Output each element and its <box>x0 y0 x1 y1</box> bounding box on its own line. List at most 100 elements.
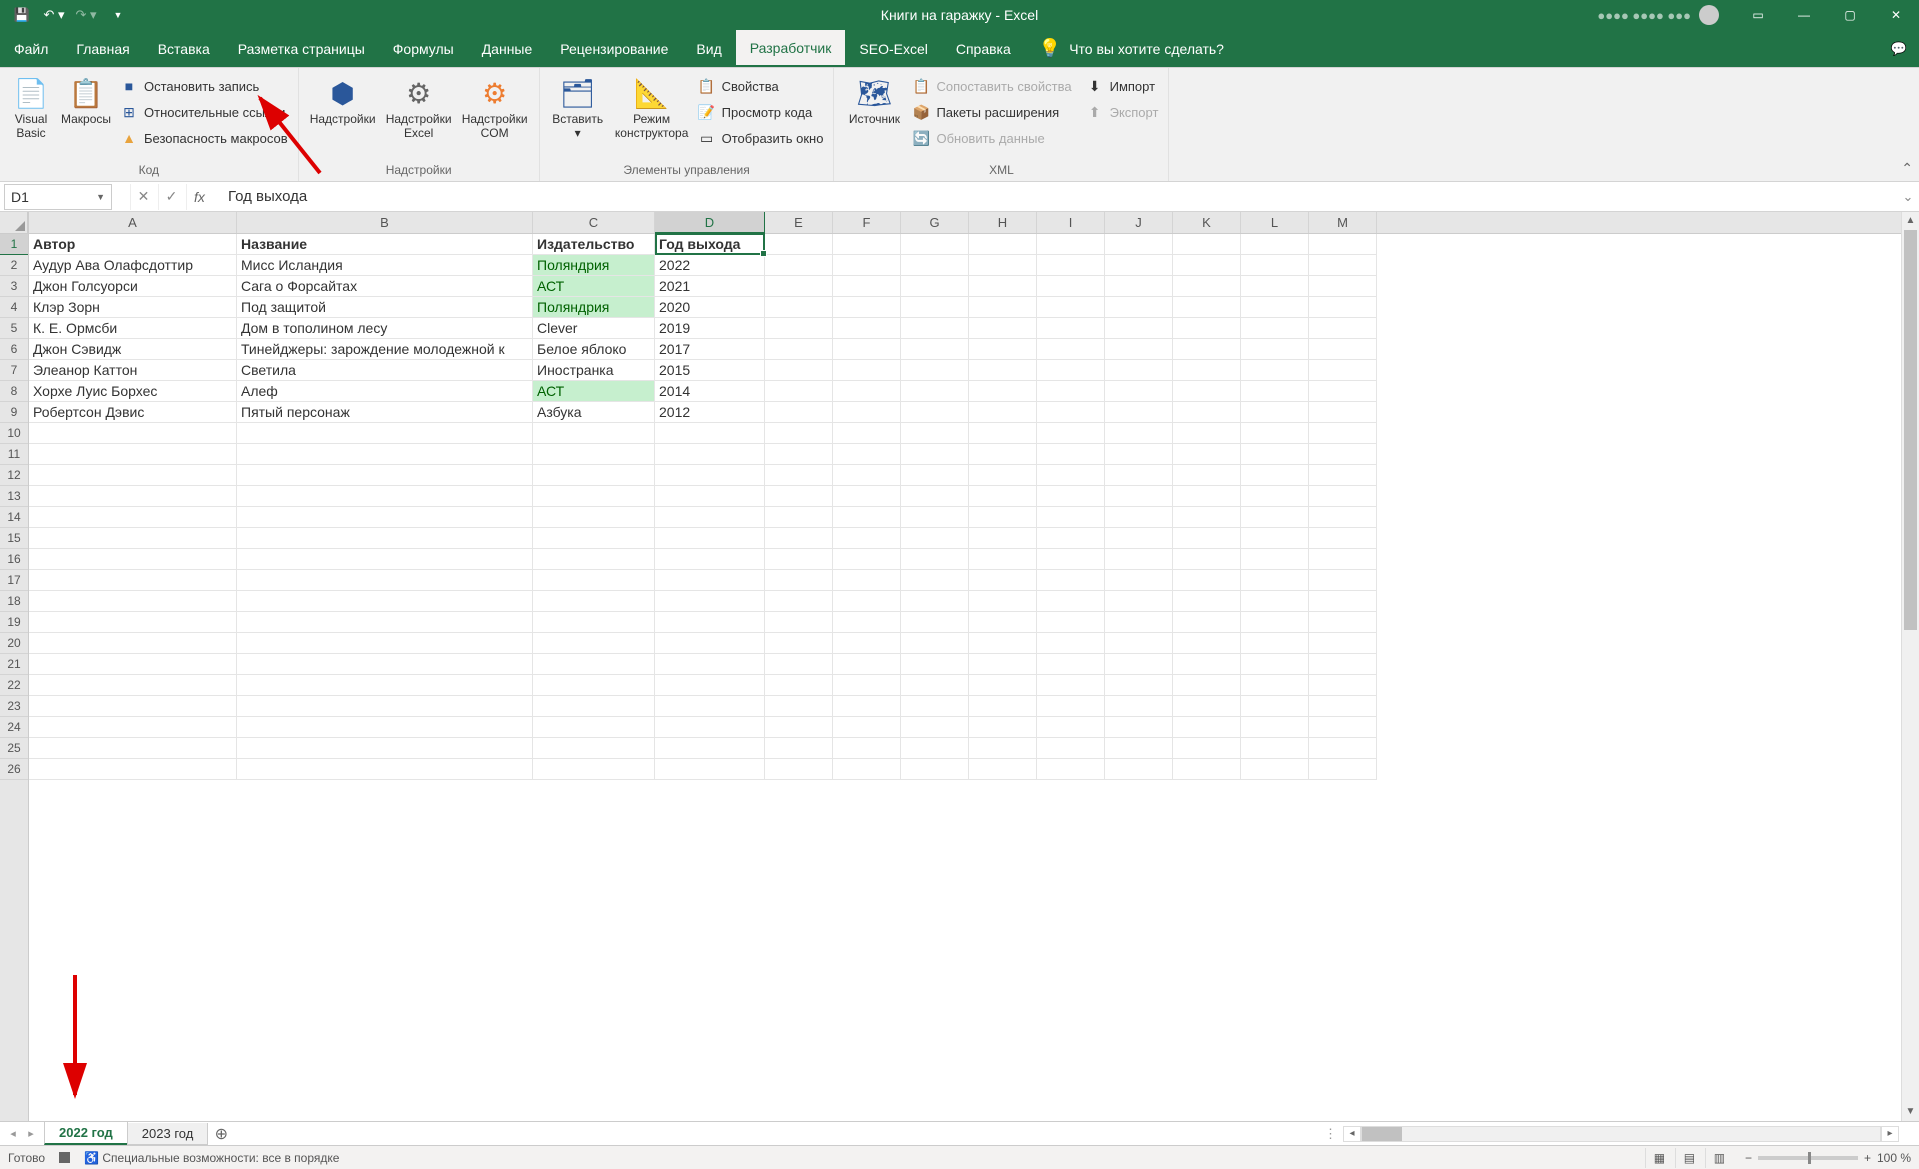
cell[interactable] <box>1309 381 1377 402</box>
cell[interactable] <box>833 318 901 339</box>
cell[interactable] <box>1241 423 1309 444</box>
cell[interactable] <box>1309 423 1377 444</box>
cell[interactable] <box>765 297 833 318</box>
cell[interactable] <box>765 444 833 465</box>
cell[interactable] <box>655 444 765 465</box>
cell[interactable] <box>1173 612 1241 633</box>
cell[interactable]: Азбука <box>533 402 655 423</box>
cell[interactable] <box>1173 255 1241 276</box>
cell[interactable] <box>1309 549 1377 570</box>
row-header[interactable]: 3 <box>0 276 28 297</box>
cell[interactable] <box>901 465 969 486</box>
cell[interactable] <box>901 738 969 759</box>
cell[interactable] <box>1105 444 1173 465</box>
cell[interactable] <box>765 759 833 780</box>
column-header-J[interactable]: J <box>1105 212 1173 233</box>
cell[interactable] <box>1105 738 1173 759</box>
cell[interactable] <box>765 738 833 759</box>
cell[interactable] <box>833 402 901 423</box>
cell[interactable] <box>833 549 901 570</box>
cell[interactable] <box>1105 486 1173 507</box>
cell[interactable] <box>1037 654 1105 675</box>
row-header[interactable]: 26 <box>0 759 28 780</box>
cell[interactable] <box>1241 255 1309 276</box>
cell[interactable] <box>1241 297 1309 318</box>
cell[interactable] <box>29 423 237 444</box>
cell[interactable] <box>901 570 969 591</box>
cell[interactable] <box>237 675 533 696</box>
macro-security-button[interactable]: ▲ Безопасность макросов <box>116 126 292 150</box>
cell[interactable] <box>1173 675 1241 696</box>
cell[interactable] <box>833 255 901 276</box>
cell[interactable] <box>29 717 237 738</box>
cell[interactable] <box>237 486 533 507</box>
cell[interactable] <box>1173 591 1241 612</box>
cell[interactable] <box>1105 696 1173 717</box>
cell[interactable] <box>237 654 533 675</box>
cell[interactable] <box>969 423 1037 444</box>
cell[interactable]: Мисс Исландия <box>237 255 533 276</box>
cell[interactable] <box>833 759 901 780</box>
cell[interactable] <box>969 381 1037 402</box>
cell[interactable]: АСТ <box>533 276 655 297</box>
cell[interactable] <box>901 759 969 780</box>
cell[interactable] <box>1309 360 1377 381</box>
cell[interactable]: К. Е. Ормсби <box>29 318 237 339</box>
cell[interactable] <box>765 591 833 612</box>
column-header-F[interactable]: F <box>833 212 901 233</box>
cell[interactable]: Тинейджеры: зарождение молодежной к <box>237 339 533 360</box>
horizontal-scrollbar[interactable]: ◂ ▸ <box>1343 1126 1919 1142</box>
cell[interactable] <box>765 549 833 570</box>
cell[interactable] <box>1173 423 1241 444</box>
cell[interactable] <box>1241 570 1309 591</box>
cell[interactable] <box>237 612 533 633</box>
cell[interactable] <box>1105 339 1173 360</box>
cell[interactable] <box>765 402 833 423</box>
cell[interactable] <box>29 486 237 507</box>
cell[interactable] <box>237 549 533 570</box>
row-header[interactable]: 7 <box>0 360 28 381</box>
cell[interactable]: Год выхода <box>655 234 765 255</box>
cell[interactable] <box>655 759 765 780</box>
cell[interactable] <box>833 423 901 444</box>
cell[interactable] <box>1037 717 1105 738</box>
cell[interactable] <box>1309 612 1377 633</box>
cell[interactable] <box>655 717 765 738</box>
cell[interactable] <box>533 444 655 465</box>
cell[interactable] <box>1173 444 1241 465</box>
cell[interactable] <box>655 465 765 486</box>
cell[interactable] <box>1105 507 1173 528</box>
cell[interactable] <box>1173 549 1241 570</box>
cell[interactable] <box>1105 255 1173 276</box>
cell[interactable] <box>901 675 969 696</box>
cell[interactable] <box>29 696 237 717</box>
cell[interactable] <box>765 528 833 549</box>
column-header-A[interactable]: A <box>29 212 237 233</box>
maximize-icon[interactable]: ▢ <box>1827 0 1873 30</box>
cell[interactable] <box>533 717 655 738</box>
cell[interactable] <box>1241 339 1309 360</box>
cell[interactable] <box>833 339 901 360</box>
cell[interactable] <box>833 675 901 696</box>
cell[interactable] <box>833 360 901 381</box>
cell[interactable] <box>969 297 1037 318</box>
cell[interactable]: Элеанор Каттон <box>29 360 237 381</box>
cell[interactable] <box>765 360 833 381</box>
cell[interactable] <box>901 507 969 528</box>
cell[interactable] <box>901 696 969 717</box>
cell[interactable] <box>533 738 655 759</box>
cell[interactable] <box>1173 297 1241 318</box>
cell[interactable] <box>533 570 655 591</box>
cell[interactable]: 2020 <box>655 297 765 318</box>
cell[interactable] <box>1037 465 1105 486</box>
row-header[interactable]: 18 <box>0 591 28 612</box>
insert-control-button[interactable]: 🗂 Вставить▾ <box>546 72 610 144</box>
row-header[interactable]: 22 <box>0 675 28 696</box>
row-header[interactable]: 19 <box>0 612 28 633</box>
cell[interactable]: Джон Голсуорси <box>29 276 237 297</box>
cell[interactable] <box>1309 444 1377 465</box>
cell[interactable] <box>1241 318 1309 339</box>
cell[interactable] <box>969 465 1037 486</box>
cell[interactable] <box>969 234 1037 255</box>
cell[interactable] <box>655 423 765 444</box>
